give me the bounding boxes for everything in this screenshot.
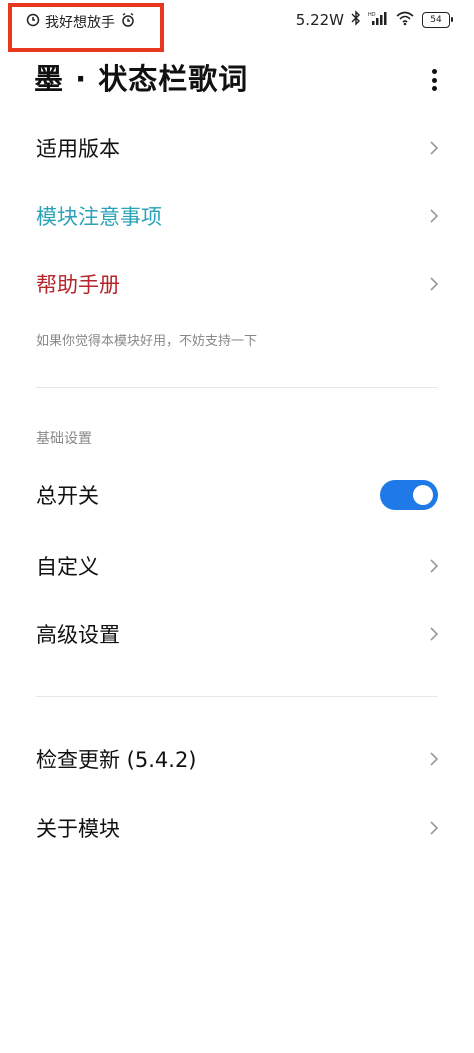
divider [36, 696, 438, 697]
page-title: 墨 · 状态栏歌词 [34, 62, 249, 96]
master-switch-toggle[interactable] [380, 480, 438, 510]
menu-item-check-update[interactable]: 检查更新 (5.4.2) [0, 731, 474, 787]
wifi-icon [395, 10, 415, 30]
chevron-right-icon [426, 751, 442, 767]
battery-level: 54 [430, 14, 442, 25]
menu-item-label: 关于模块 [36, 817, 120, 841]
menu-item-label: 帮助手册 [36, 273, 120, 297]
hd-signal-icon: HD [368, 10, 388, 30]
chevron-right-icon [426, 140, 442, 156]
menu-item-label: 高级设置 [36, 623, 120, 647]
menu-item-label: 自定义 [36, 555, 99, 579]
chevron-right-icon [426, 276, 442, 292]
divider [36, 387, 438, 388]
setting-master-switch[interactable]: 总开关 [0, 467, 474, 523]
setting-label: 总开关 [36, 484, 99, 508]
menu-item-label: 检查更新 (5.4.2) [36, 748, 197, 772]
toggle-knob [413, 485, 433, 505]
chevron-right-icon [426, 558, 442, 574]
support-note: 如果你觉得本模块好用，不妨支持一下 [36, 334, 258, 349]
bluetooth-icon [351, 10, 361, 30]
menu-item-label: 适用版本 [36, 137, 120, 161]
menu-item-help-manual[interactable]: 帮助手册 [0, 256, 474, 312]
app-bar: 墨 · 状态栏歌词 [0, 56, 474, 104]
menu-item-advanced-settings[interactable]: 高级设置 [0, 606, 474, 662]
section-title-basic-settings: 基础设置 [36, 431, 92, 447]
status-right: 5.22W HD 54 [295, 10, 453, 30]
svg-text:HD: HD [368, 12, 376, 18]
chevron-right-icon [426, 626, 442, 642]
menu-item-customize[interactable]: 自定义 [0, 538, 474, 594]
menu-item-applicable-version[interactable]: 适用版本 [0, 120, 474, 176]
menu-item-label: 模块注意事项 [36, 205, 162, 229]
battery-icon: 54 [422, 12, 453, 28]
more-vertical-icon[interactable] [424, 66, 444, 94]
menu-item-about-module[interactable]: 关于模块 [0, 800, 474, 856]
chevron-right-icon [426, 208, 442, 224]
chevron-right-icon [426, 820, 442, 836]
status-bar: 我好想放手 5.22W HD 54 [0, 0, 474, 52]
highlight-box [8, 3, 164, 52]
power-reading: 5.22W [295, 11, 344, 29]
menu-item-module-notes[interactable]: 模块注意事项 [0, 188, 474, 244]
